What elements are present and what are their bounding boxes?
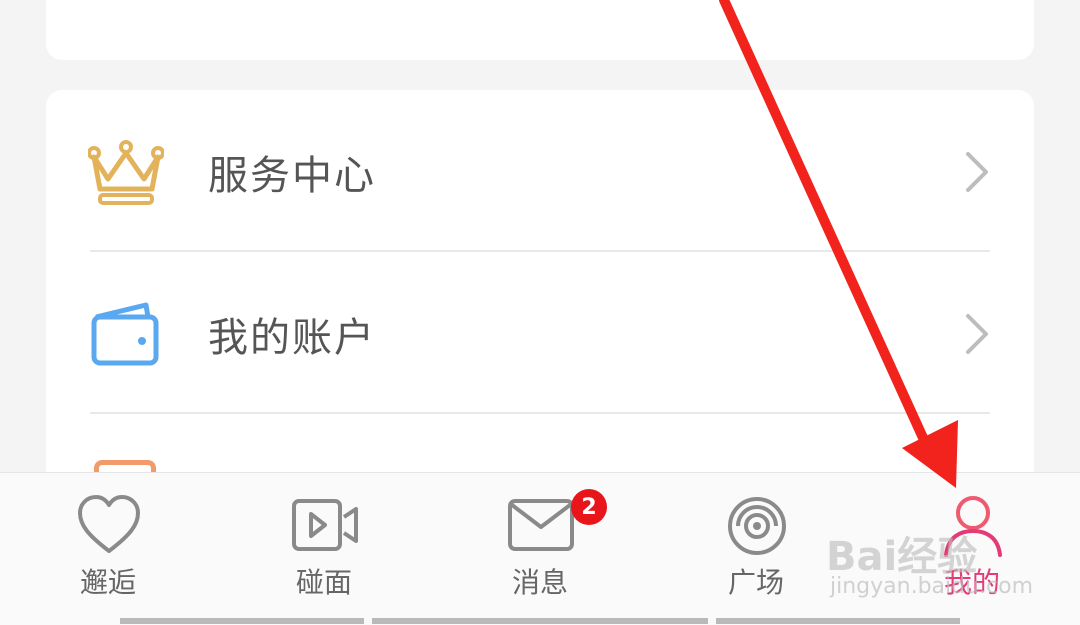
crown-icon	[88, 134, 164, 210]
menu-item-label: 我的账户	[208, 315, 376, 361]
tab-label: 我的	[943, 566, 1000, 599]
heart-icon	[76, 493, 142, 559]
tab-label: 碰面	[295, 566, 352, 599]
tab-meet[interactable]: 碰面	[254, 473, 394, 625]
top-card	[46, 0, 1034, 60]
tab-plaza[interactable]: 广场	[686, 473, 826, 625]
menu-item-service-center[interactable]: 服务中心	[46, 92, 1034, 252]
home-indicator	[120, 618, 364, 624]
video-icon	[292, 493, 358, 559]
mail-icon	[508, 493, 574, 559]
menu-item-my-account[interactable]: 我的账户	[46, 254, 1034, 414]
orbit-icon	[724, 493, 790, 559]
home-indicator	[716, 618, 960, 624]
tab-encounter[interactable]: 邂逅	[38, 473, 178, 625]
divider	[90, 412, 990, 414]
wallet-icon	[88, 296, 164, 372]
tab-label: 邂逅	[79, 566, 136, 599]
tab-mine[interactable]: 我的	[902, 473, 1042, 625]
unread-badge: 2	[571, 489, 607, 525]
chevron-right-icon	[962, 150, 992, 194]
tab-messages[interactable]: 2 消息	[470, 473, 610, 625]
menu-item-label: 服务中心	[208, 153, 376, 199]
user-icon	[940, 493, 1006, 559]
home-indicator	[372, 618, 708, 624]
tab-label: 消息	[511, 566, 568, 599]
chevron-right-icon	[962, 312, 992, 356]
menu-card: 服务中心 我的账户	[46, 90, 1034, 510]
bottom-tab-bar: 邂逅 碰面 2 消息 广场 我的	[0, 472, 1080, 625]
divider	[90, 250, 990, 252]
tab-label: 广场	[727, 566, 784, 599]
